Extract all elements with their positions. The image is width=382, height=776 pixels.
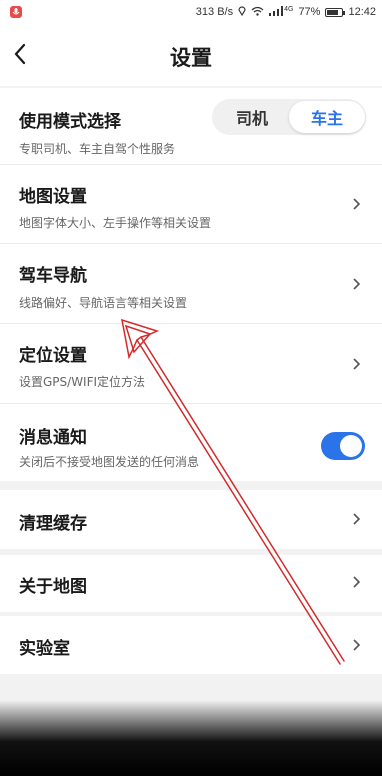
- map-settings-subtitle: 地图字体大小、左手操作等相关设置: [19, 216, 212, 230]
- battery-icon: [325, 7, 346, 17]
- lab-title: 实验室: [19, 639, 70, 659]
- driving-nav-subtitle: 线路偏好、导航语言等相关设置: [19, 296, 188, 310]
- notifications-subtitle: 关闭后不接受地图发送的任何消息: [19, 455, 200, 469]
- notifications-title: 消息通知: [19, 428, 87, 448]
- location-icon: [238, 5, 246, 19]
- status-bar: 313 B/s 4G 77% 12:42: [0, 0, 382, 24]
- network-type: 4G: [284, 5, 294, 13]
- mode-subtitle: 专职司机、车主自驾个性服务: [19, 142, 176, 156]
- bottom-shadow: [0, 700, 382, 776]
- clear-cache-row[interactable]: 清理缓存: [0, 490, 382, 549]
- wifi-icon: [251, 6, 264, 19]
- location-subtitle: 设置GPS/WIFI定位方法: [19, 375, 146, 389]
- title-bar: 设置: [0, 24, 382, 86]
- chevron-right-icon: [353, 639, 361, 651]
- clear-cache-title: 清理缓存: [19, 514, 87, 534]
- mode-segmented-control: 司机 车主: [212, 99, 366, 135]
- microphone-icon: [10, 6, 22, 18]
- clock: 12:42: [348, 6, 376, 18]
- map-settings-title: 地图设置: [19, 187, 87, 207]
- mode-title: 使用模式选择: [19, 112, 121, 132]
- map-settings-row[interactable]: 地图设置 地图字体大小、左手操作等相关设置: [0, 165, 382, 244]
- mode-option-driver[interactable]: 司机: [214, 101, 290, 133]
- notifications-toggle[interactable]: [321, 432, 365, 460]
- about-map-title: 关于地图: [19, 577, 87, 597]
- mode-option-owner[interactable]: 车主: [289, 101, 365, 133]
- lab-row[interactable]: 实验室: [0, 616, 382, 674]
- settings-group-main: 使用模式选择 专职司机、车主自驾个性服务 地图设置 地图字体大小、左手操作等相关…: [0, 88, 382, 481]
- toggle-knob: [340, 435, 362, 457]
- chevron-right-icon: [353, 198, 361, 210]
- settings-group-cache: 清理缓存: [0, 490, 382, 549]
- page-title: 设置: [170, 46, 212, 70]
- signal-icon: [269, 5, 284, 19]
- location-title: 定位设置: [19, 346, 87, 366]
- network-speed: 313 B/s: [195, 6, 234, 18]
- chevron-right-icon: [353, 513, 361, 525]
- driving-nav-row[interactable]: 驾车导航 线路偏好、导航语言等相关设置: [0, 244, 382, 324]
- chevron-right-icon: [353, 576, 361, 588]
- about-map-row[interactable]: 关于地图: [0, 555, 382, 612]
- battery-percent: 77%: [298, 6, 321, 18]
- chevron-right-icon: [353, 278, 361, 290]
- settings-group-about: 关于地图: [0, 555, 382, 612]
- settings-group-lab: 实验室: [0, 616, 382, 674]
- driving-nav-title: 驾车导航: [19, 266, 87, 286]
- location-settings-row[interactable]: 定位设置 设置GPS/WIFI定位方法: [0, 324, 382, 404]
- chevron-right-icon: [353, 358, 361, 370]
